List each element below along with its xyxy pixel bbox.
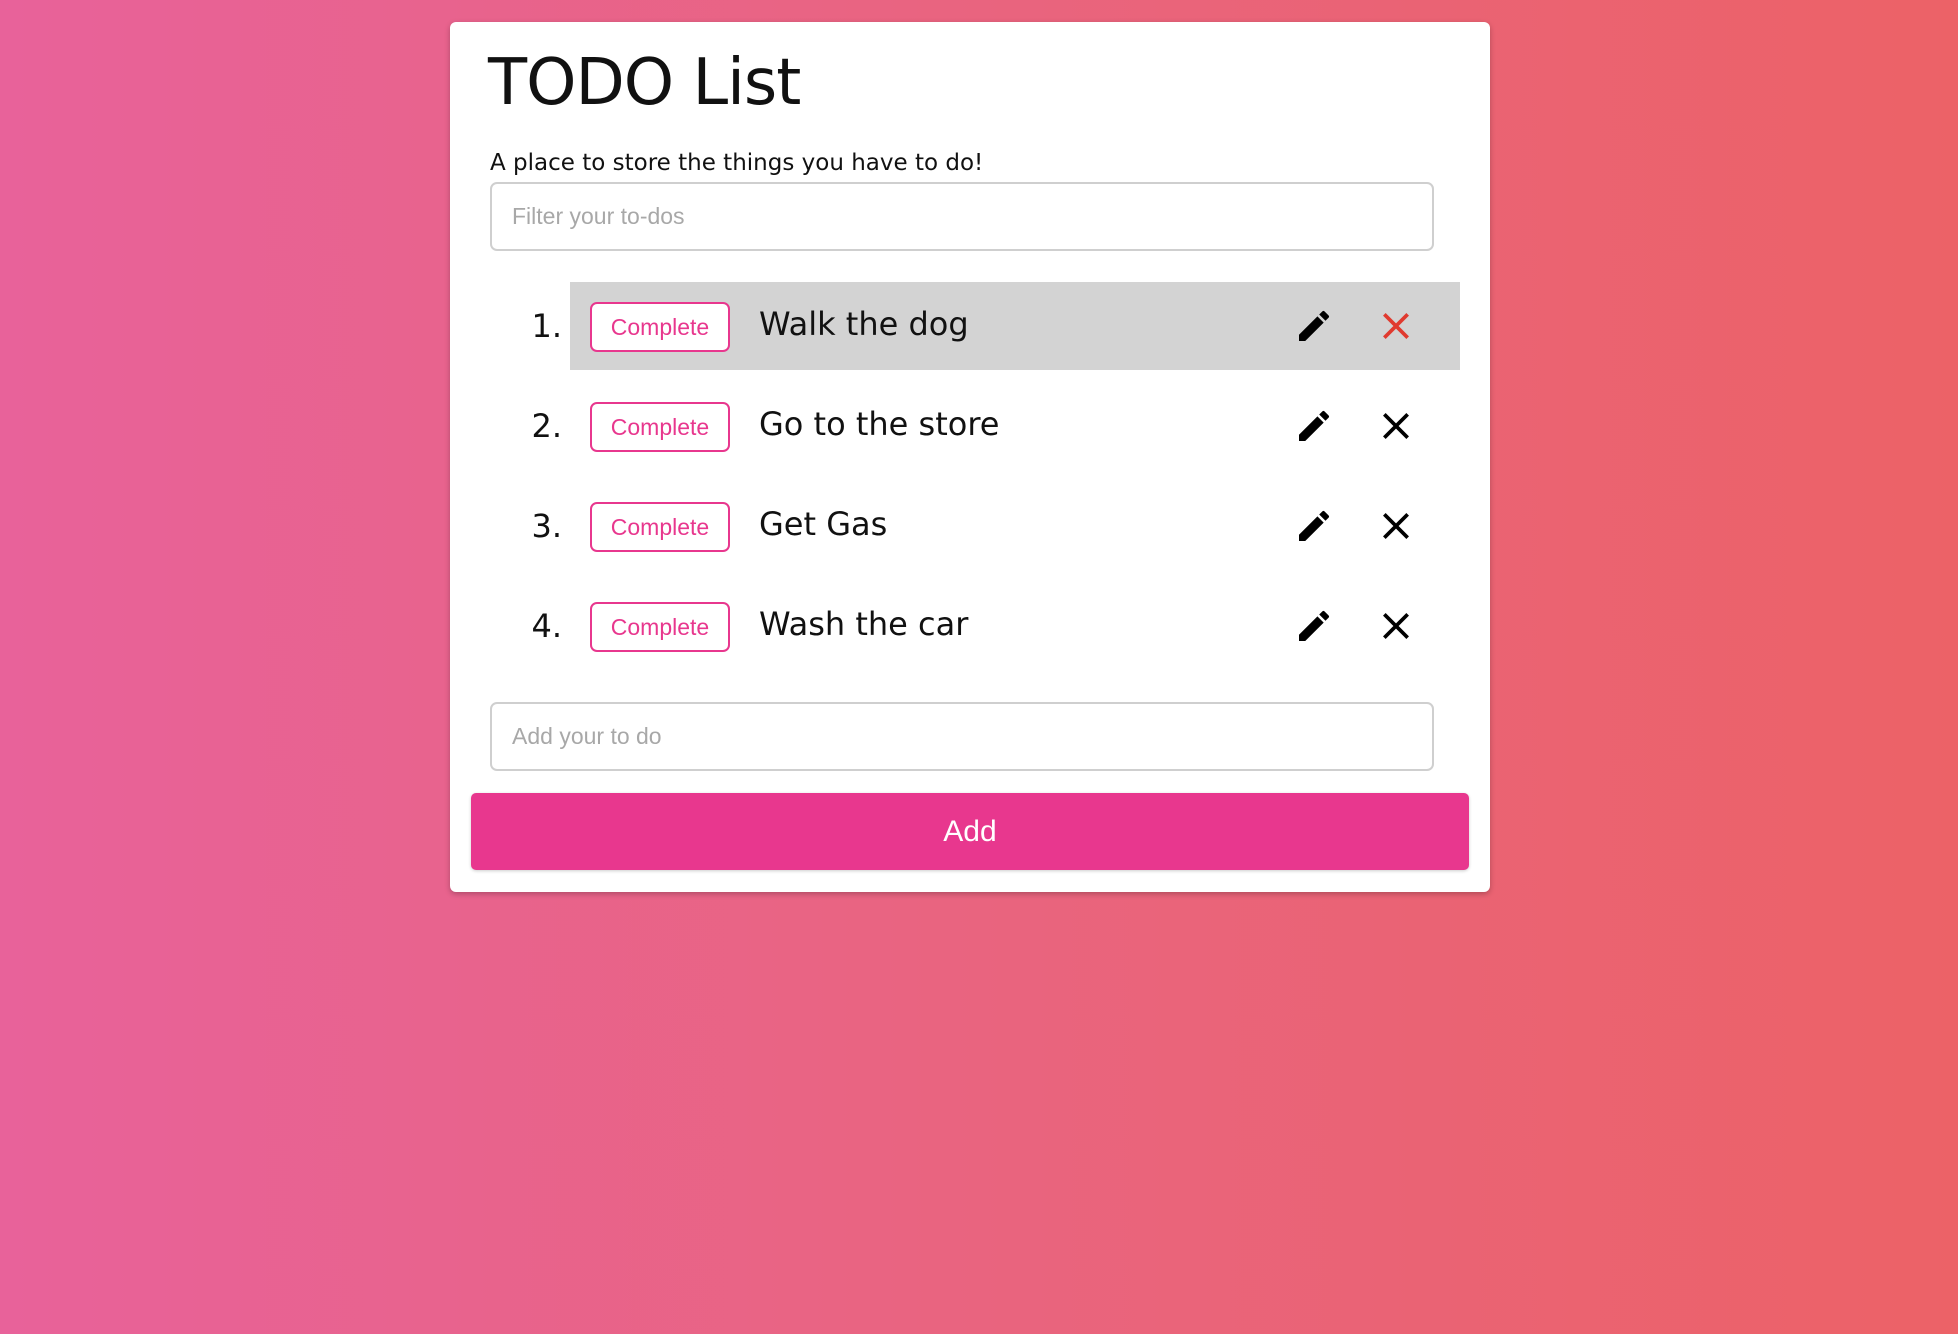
todo-text: Wash the car (759, 605, 969, 643)
close-icon[interactable] (1376, 606, 1416, 646)
todo-number: 1. (531, 307, 562, 345)
pencil-icon[interactable] (1294, 606, 1334, 646)
pencil-icon[interactable] (1294, 406, 1334, 446)
page-title: TODO List (488, 46, 801, 120)
close-icon[interactable] (1376, 506, 1416, 546)
todo-item: 1. Complete Walk the dog (531, 282, 1460, 370)
todo-text: Go to the store (759, 405, 1000, 443)
todo-number: 4. (531, 607, 562, 645)
todo-text: Get Gas (759, 505, 888, 543)
todo-item: 3. Complete Get Gas (531, 482, 1460, 570)
todo-item: 2. Complete Go to the store (531, 382, 1460, 470)
todo-item: 4. Complete Wash the car (531, 582, 1460, 670)
complete-button[interactable]: Complete (590, 402, 730, 452)
complete-button[interactable]: Complete (590, 602, 730, 652)
complete-button[interactable]: Complete (590, 302, 730, 352)
todo-number: 3. (531, 507, 562, 545)
add-button[interactable]: Add (471, 793, 1469, 870)
pencil-icon[interactable] (1294, 306, 1334, 346)
close-icon[interactable] (1376, 306, 1416, 346)
page-subtitle: A place to store the things you have to … (490, 150, 984, 176)
close-icon[interactable] (1376, 406, 1416, 446)
complete-button[interactable]: Complete (590, 502, 730, 552)
add-todo-input[interactable] (490, 702, 1434, 771)
pencil-icon[interactable] (1294, 506, 1334, 546)
todo-card: TODO List A place to store the things yo… (450, 22, 1490, 892)
filter-input[interactable] (490, 182, 1434, 251)
todo-number: 2. (531, 407, 562, 445)
todo-text: Walk the dog (759, 305, 969, 343)
